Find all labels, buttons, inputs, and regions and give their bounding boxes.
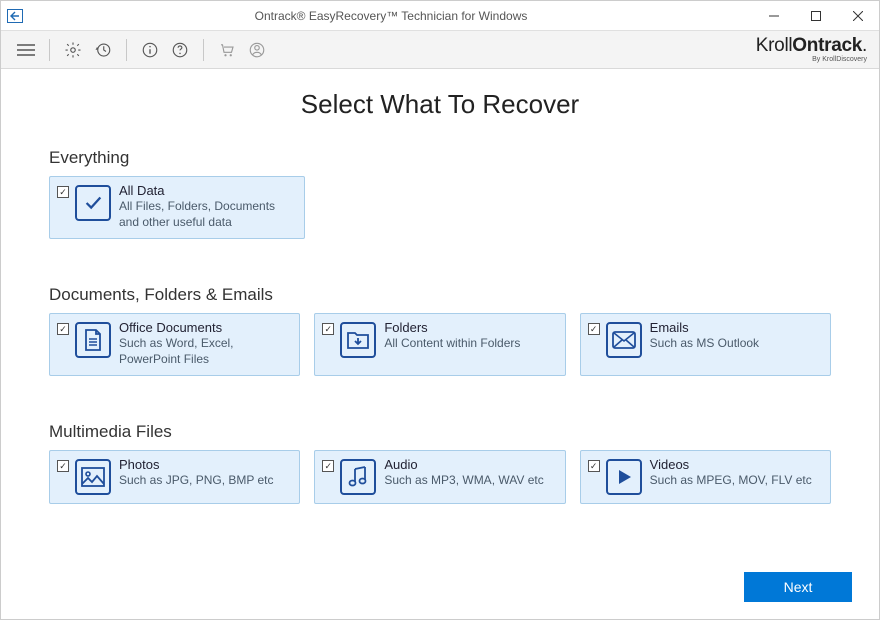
- section-heading: Documents, Folders & Emails: [49, 285, 831, 305]
- checkbox[interactable]: ✓: [322, 460, 334, 472]
- card-all-data[interactable]: ✓ All Data All Files, Folders, Documents…: [49, 176, 305, 239]
- section-everything: Everything ✓ All Data All Files, Folders…: [49, 148, 831, 239]
- window-title: Ontrack® EasyRecovery™ Technician for Wi…: [29, 9, 753, 23]
- checkbox[interactable]: ✓: [57, 460, 69, 472]
- brand-part1: Kroll: [756, 35, 793, 56]
- toolbar: KrollOntrack. By KrollDiscovery: [1, 31, 879, 69]
- maximize-button[interactable]: [795, 1, 837, 31]
- user-icon[interactable]: [244, 37, 270, 63]
- audio-icon: [340, 459, 376, 495]
- card-title: Emails: [650, 320, 822, 335]
- next-button[interactable]: Next: [744, 572, 852, 602]
- brand-sub: By KrollDiscovery: [812, 56, 867, 63]
- content: Select What To Recover Everything ✓ All …: [1, 69, 879, 504]
- checkbox[interactable]: ✓: [322, 323, 334, 335]
- card-folders[interactable]: ✓ Folders All Content within Folders: [314, 313, 565, 376]
- window-controls: [753, 1, 879, 31]
- section-heading: Multimedia Files: [49, 422, 831, 442]
- section-documents: Documents, Folders & Emails ✓ Office Doc…: [49, 285, 831, 376]
- separator: [49, 39, 50, 61]
- card-title: Audio: [384, 457, 556, 472]
- info-icon[interactable]: [137, 37, 163, 63]
- app-icon: [1, 9, 29, 23]
- card-desc: Such as JPG, PNG, BMP etc: [119, 473, 291, 489]
- card-title: Folders: [384, 320, 556, 335]
- check-icon: [75, 185, 111, 221]
- titlebar: Ontrack® EasyRecovery™ Technician for Wi…: [1, 1, 879, 31]
- card-desc: Such as Word, Excel, PowerPoint Files: [119, 336, 291, 367]
- checkbox[interactable]: ✓: [57, 323, 69, 335]
- card-desc: All Files, Folders, Documents and other …: [119, 199, 296, 230]
- section-multimedia: Multimedia Files ✓ Photos Such as JPG, P…: [49, 422, 831, 504]
- minimize-button[interactable]: [753, 1, 795, 31]
- card-title: Videos: [650, 457, 822, 472]
- folder-icon: [340, 322, 376, 358]
- card-title: All Data: [119, 183, 296, 198]
- card-videos[interactable]: ✓ Videos Such as MPEG, MOV, FLV etc: [580, 450, 831, 504]
- brand-logo: KrollOntrack. By KrollDiscovery: [756, 36, 867, 63]
- separator: [126, 39, 127, 61]
- card-emails[interactable]: ✓ Emails Such as MS Outlook: [580, 313, 831, 376]
- history-icon[interactable]: [90, 37, 116, 63]
- card-desc: Such as MPEG, MOV, FLV etc: [650, 473, 822, 489]
- cart-icon[interactable]: [214, 37, 240, 63]
- card-title: Office Documents: [119, 320, 291, 335]
- help-icon[interactable]: [167, 37, 193, 63]
- card-office-documents[interactable]: ✓ Office Documents Such as Word, Excel, …: [49, 313, 300, 376]
- menu-button[interactable]: [13, 37, 39, 63]
- separator: [203, 39, 204, 61]
- close-button[interactable]: [837, 1, 879, 31]
- card-desc: All Content within Folders: [384, 336, 556, 352]
- page-title: Select What To Recover: [49, 89, 831, 120]
- card-photos[interactable]: ✓ Photos Such as JPG, PNG, BMP etc: [49, 450, 300, 504]
- card-title: Photos: [119, 457, 291, 472]
- email-icon: [606, 322, 642, 358]
- checkbox[interactable]: ✓: [588, 323, 600, 335]
- card-audio[interactable]: ✓ Audio Such as MP3, WMA, WAV etc: [314, 450, 565, 504]
- footer: Next: [744, 572, 852, 602]
- brand-part2: Ontrack: [792, 35, 862, 56]
- settings-icon[interactable]: [60, 37, 86, 63]
- video-icon: [606, 459, 642, 495]
- section-heading: Everything: [49, 148, 831, 168]
- checkbox[interactable]: ✓: [588, 460, 600, 472]
- card-desc: Such as MS Outlook: [650, 336, 822, 352]
- photo-icon: [75, 459, 111, 495]
- card-desc: Such as MP3, WMA, WAV etc: [384, 473, 556, 489]
- document-icon: [75, 322, 111, 358]
- checkbox[interactable]: ✓: [57, 186, 69, 198]
